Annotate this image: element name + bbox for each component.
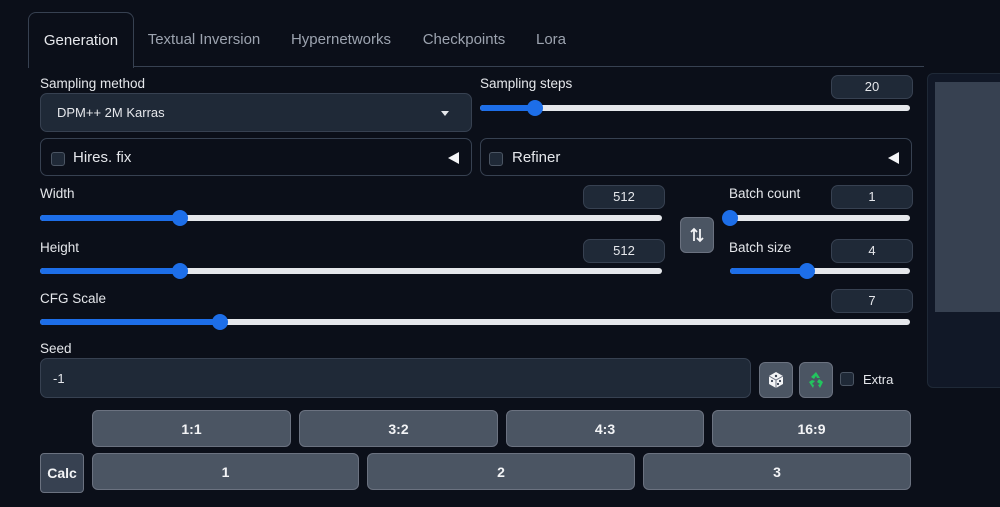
batch-size-slider[interactable] bbox=[730, 263, 910, 279]
extra-seed-label: Extra bbox=[863, 372, 894, 387]
seed-value: -1 bbox=[53, 371, 65, 386]
sampling-method-label: Sampling method bbox=[40, 76, 146, 91]
hires-fix-checkbox[interactable] bbox=[51, 152, 65, 166]
batch-count-input[interactable]: 1 bbox=[831, 185, 913, 209]
batch-count-label: Batch count bbox=[729, 186, 801, 201]
slider-thumb[interactable] bbox=[212, 314, 228, 330]
slider-fill bbox=[730, 268, 808, 274]
refiner-label: Refiner bbox=[512, 149, 561, 166]
cfg-scale-label: CFG Scale bbox=[40, 291, 107, 306]
multiplier-1-button[interactable]: 1 bbox=[92, 453, 359, 490]
tab-lora[interactable]: Lora bbox=[526, 12, 576, 67]
dice-icon bbox=[768, 372, 784, 388]
slider-thumb[interactable] bbox=[722, 210, 738, 226]
height-label: Height bbox=[40, 240, 80, 255]
aspect-3-2-button[interactable]: 3:2 bbox=[299, 410, 498, 447]
width-input[interactable]: 512 bbox=[583, 185, 665, 209]
random-seed-button[interactable] bbox=[759, 362, 793, 398]
swap-dimensions-icon bbox=[690, 227, 704, 243]
preview-image-area bbox=[935, 82, 1000, 312]
tab-generation[interactable]: Generation bbox=[28, 12, 134, 68]
slider-thumb[interactable] bbox=[526, 100, 543, 116]
sampling-method-dropdown[interactable]: DPM++ 2M Karras bbox=[40, 93, 472, 132]
aspect-4-3-button[interactable]: 4:3 bbox=[506, 410, 704, 447]
slider-fill bbox=[40, 215, 181, 221]
calc-button[interactable]: Calc bbox=[40, 453, 84, 493]
hires-fix-accordion[interactable]: Hires. fix bbox=[40, 138, 472, 176]
cfg-scale-input[interactable]: 7 bbox=[831, 289, 913, 313]
tab-textual-inversion[interactable]: Textual Inversion bbox=[140, 12, 268, 67]
multiplier-2-button[interactable]: 2 bbox=[367, 453, 635, 490]
tab-hypernetworks[interactable]: Hypernetworks bbox=[282, 12, 400, 67]
refiner-checkbox[interactable] bbox=[489, 152, 503, 166]
refiner-accordion[interactable]: Refiner bbox=[480, 138, 912, 176]
swap-dimensions-button[interactable] bbox=[680, 217, 714, 253]
multiplier-3-button[interactable]: 3 bbox=[643, 453, 911, 490]
sampling-steps-input[interactable]: 20 bbox=[831, 75, 913, 99]
slider-fill bbox=[40, 268, 181, 274]
batch-size-label: Batch size bbox=[729, 240, 792, 255]
dropdown-arrow-icon bbox=[441, 111, 449, 116]
seed-input[interactable]: -1 bbox=[40, 358, 751, 398]
collapse-arrow-icon[interactable] bbox=[448, 152, 459, 164]
recycle-icon bbox=[809, 372, 823, 388]
hires-fix-label: Hires. fix bbox=[73, 149, 132, 166]
extra-seed-checkbox[interactable] bbox=[840, 372, 854, 386]
seed-label: Seed bbox=[40, 341, 72, 356]
collapse-arrow-icon[interactable] bbox=[888, 152, 899, 164]
batch-count-slider[interactable] bbox=[722, 210, 910, 226]
aspect-16-9-button[interactable]: 16:9 bbox=[712, 410, 911, 447]
height-input[interactable]: 512 bbox=[583, 239, 665, 263]
batch-size-input[interactable]: 4 bbox=[831, 239, 913, 263]
slider-fill bbox=[40, 319, 220, 325]
sampling-steps-slider[interactable] bbox=[480, 100, 910, 116]
sampling-method-value: DPM++ 2M Karras bbox=[57, 105, 165, 120]
reuse-seed-button[interactable] bbox=[799, 362, 833, 398]
width-label: Width bbox=[40, 186, 75, 201]
height-slider[interactable] bbox=[40, 263, 662, 279]
tab-checkpoints[interactable]: Checkpoints bbox=[414, 12, 514, 67]
cfg-scale-slider[interactable] bbox=[40, 314, 910, 330]
sampling-steps-label: Sampling steps bbox=[480, 76, 573, 91]
width-slider[interactable] bbox=[40, 210, 662, 226]
aspect-1-1-button[interactable]: 1:1 bbox=[92, 410, 291, 447]
